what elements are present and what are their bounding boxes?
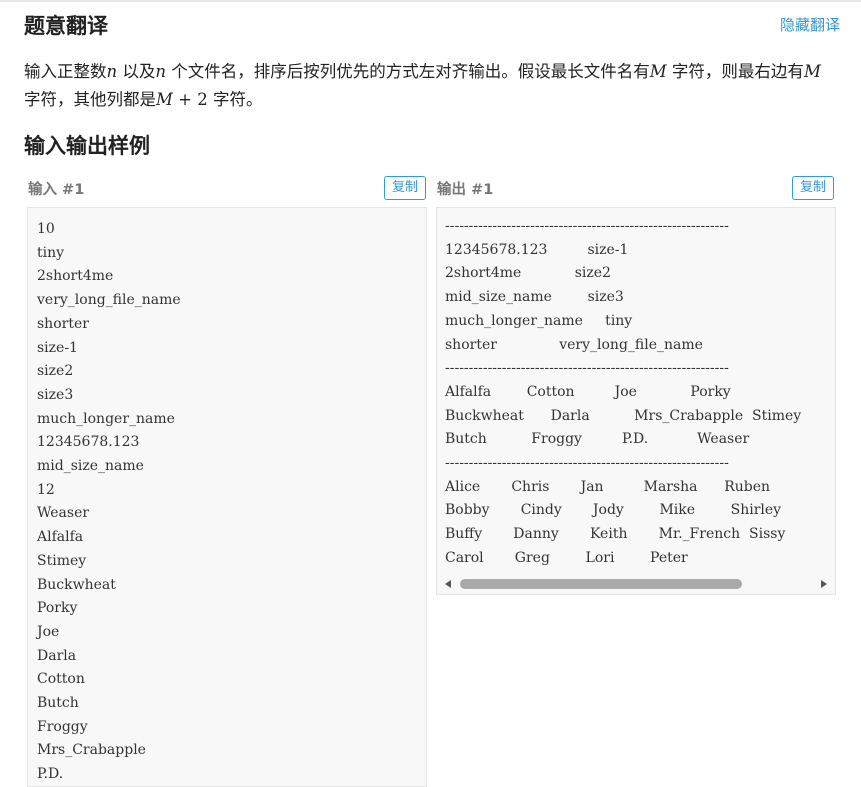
desc-text-6: 字符。 (207, 90, 263, 109)
math-m-2: M (803, 62, 821, 81)
scrollbar-thumb[interactable] (460, 579, 742, 589)
scroll-right-arrow-icon[interactable] (821, 580, 827, 588)
desc-text-5: 字符，其他列都是 (24, 90, 156, 109)
top-divider (0, 0, 861, 2)
input-sample-text: 10 tiny 2short4me very_long_file_name sh… (37, 221, 181, 783)
input-sample-label: 输入 #1 (28, 182, 85, 198)
scroll-left-arrow-icon[interactable] (445, 580, 451, 588)
desc-text-2: 以及 (117, 62, 156, 81)
math-n-2: n (155, 62, 167, 81)
math-plus-2: + 2 (172, 90, 208, 109)
samples-heading: 输入输出样例 (24, 134, 150, 158)
math-m-3: M (156, 90, 173, 109)
output-sample-label: 输出 #1 (437, 182, 494, 198)
horizontal-scrollbar[interactable] (437, 574, 835, 594)
copy-input-button[interactable]: 复制 (384, 176, 427, 200)
problem-description: 输入正整数n 以及n 个文件名，排序后按列优先的方式左对齐输出。假设最长文件名有… (24, 58, 836, 114)
input-sample-box[interactable]: 10 tiny 2short4me very_long_file_name sh… (27, 207, 427, 787)
page-title: 题意翻译 (24, 14, 108, 38)
hide-translation-link[interactable]: 隐藏翻译 (780, 14, 840, 35)
math-n: n (106, 62, 118, 81)
desc-text-4: 字符，则最右边有 (666, 62, 804, 81)
copy-output-button[interactable]: 复制 (792, 176, 835, 200)
output-sample-text: ----------------------------------------… (445, 218, 802, 566)
desc-text-1: 输入正整数 (24, 62, 107, 81)
desc-text-3: 个文件名，排序后按列优先的方式左对齐输出。假设最长文件名有 (166, 62, 650, 81)
math-m: M (649, 62, 667, 81)
output-sample-box[interactable]: ----------------------------------------… (436, 207, 836, 595)
